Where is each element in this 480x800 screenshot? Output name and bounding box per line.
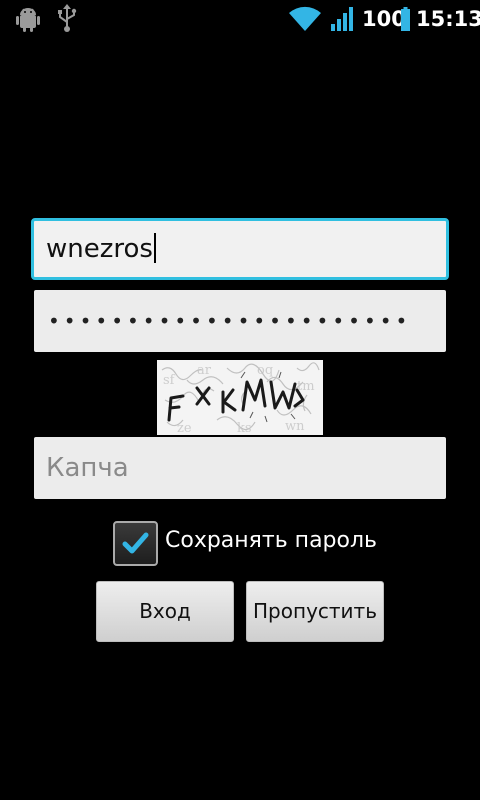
skip-button[interactable]: Пропустить bbox=[246, 581, 384, 642]
login-button[interactable]: Вход bbox=[96, 581, 234, 642]
clock: 15:13 bbox=[416, 7, 480, 31]
svg-text:ks: ks bbox=[237, 421, 252, 435]
svg-text:wn: wn bbox=[285, 419, 305, 434]
captcha-input[interactable]: Капча bbox=[34, 437, 446, 499]
remember-password-checkbox[interactable] bbox=[113, 521, 158, 566]
svg-text:ar: ar bbox=[197, 363, 212, 378]
wifi-icon bbox=[289, 6, 321, 31]
checkmark-icon bbox=[122, 532, 149, 554]
battery-icon bbox=[401, 7, 410, 31]
usb-icon bbox=[58, 4, 77, 32]
username-field[interactable]: wnezros bbox=[31, 218, 449, 280]
signal-icon bbox=[331, 7, 353, 31]
svg-text:ze: ze bbox=[177, 421, 192, 435]
captcha-placeholder: Капча bbox=[46, 453, 129, 483]
password-field[interactable]: ••••••••••••••••••••••• bbox=[34, 290, 446, 352]
battery-level: 100 bbox=[362, 7, 406, 31]
username-value: wnezros bbox=[46, 234, 153, 264]
captcha-image: sf ar oq wn ze ks tm bbox=[157, 360, 323, 435]
android-debug-icon bbox=[16, 8, 40, 32]
status-bar: 100 15:13 bbox=[0, 0, 480, 38]
remember-password-label[interactable]: Сохранять пароль bbox=[165, 528, 377, 553]
svg-text:oq: oq bbox=[257, 363, 273, 378]
text-cursor bbox=[153, 232, 156, 263]
svg-text:sf: sf bbox=[163, 373, 176, 388]
password-value: ••••••••••••••••••••••• bbox=[48, 309, 412, 333]
